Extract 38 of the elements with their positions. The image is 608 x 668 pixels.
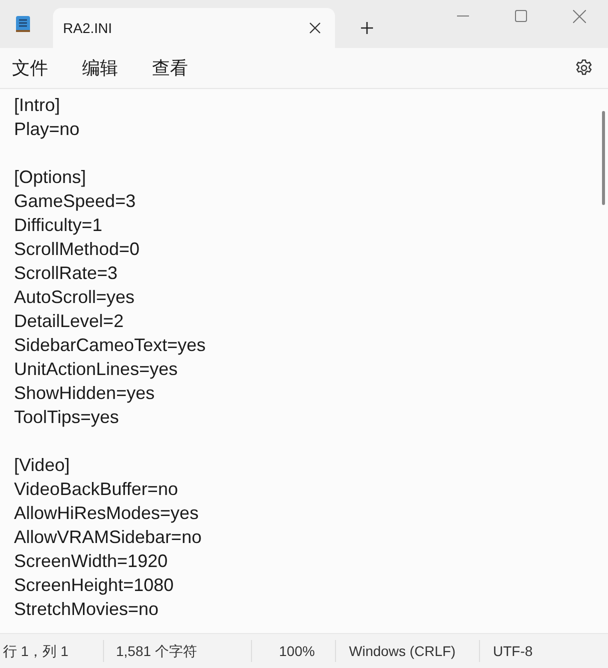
close-icon[interactable] [572,10,586,22]
text-line: ScrollRate=3 [14,262,119,285]
text-line: Difficulty=1 [14,214,104,237]
text-line: StretchMovies=no [14,598,160,621]
scrollbar-thumb[interactable] [602,111,605,205]
plus-icon[interactable] [360,21,374,35]
text-line: AllowHiResModes=yes [14,502,200,525]
text-line: [Options] [14,166,88,189]
text-line: VideoBackBuffer=no [14,478,179,501]
text-line: GameSpeed=3 [14,190,137,213]
menu-item[interactable]: 查看 [142,52,198,84]
maximize-icon[interactable] [515,10,527,22]
menu-item[interactable]: 编辑 [72,52,128,84]
notepad-icon [15,15,31,33]
menu-item[interactable]: 文件 [2,52,58,84]
status-text: UTF-8 [492,642,534,661]
text-line: ScreenWidth=1920 [14,550,169,573]
text-line: ToolTips=yes [14,406,120,429]
text-line: DetailLevel=2 [14,310,125,333]
text-line: Play=no [14,118,81,141]
text-line: UnitActionLines=yes [14,358,179,381]
text-line: SidebarCameoText=yes [14,334,207,357]
text-line: [Intro] [14,94,62,117]
tab-title: RA2.INI [63,20,114,36]
text-line: ShowHidden=yes [14,382,156,405]
text-line: ScrollMethod=0 [14,238,141,261]
status-text: Windows (CRLF) [336,640,480,662]
close-tab-icon[interactable] [309,22,321,34]
status-text: 100% [252,640,336,662]
text-line: ScreenHeight=1080 [14,574,175,597]
minimize-icon[interactable] [457,15,469,17]
tab[interactable]: RA2.INI [53,8,335,48]
status-text: 行 1，列 1 [0,640,104,662]
text-line: AutoScroll=yes [14,286,136,309]
settings-icon[interactable] [574,58,594,78]
text-line: AllowVRAMSidebar=no [14,526,203,549]
text-line: [Video] [14,454,71,477]
status-text: 1,581 个字符 [104,640,252,662]
